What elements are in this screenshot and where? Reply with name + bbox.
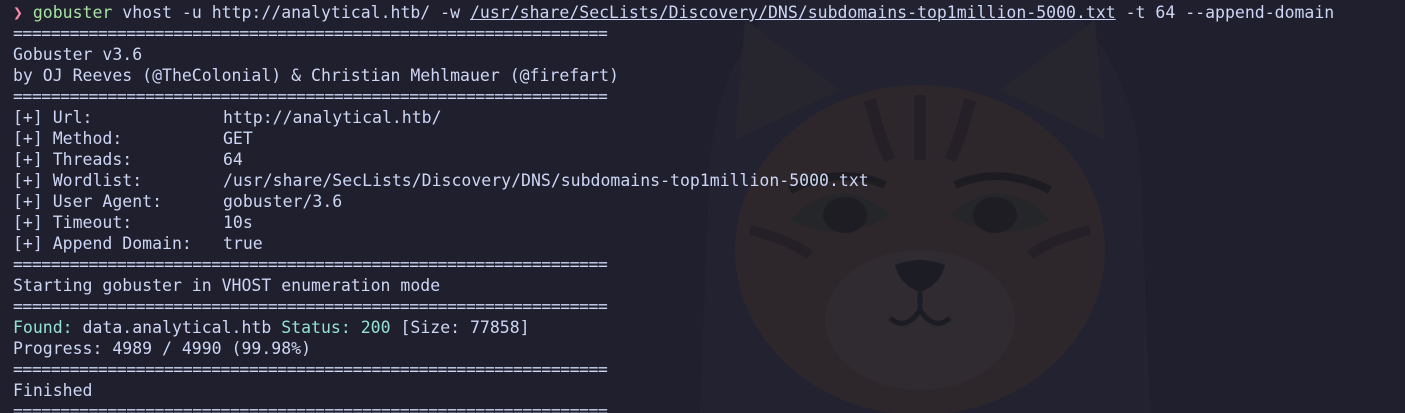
option-value: /usr/share/SecLists/Discovery/DNS/subdom…	[223, 171, 869, 190]
option-key: [+] User Agent:	[13, 192, 163, 211]
option-value: 10s	[223, 213, 253, 232]
option-key: [+] Timeout:	[13, 213, 133, 232]
separator: ========================================…	[13, 24, 608, 43]
command-args: vhost -u http://analytical.htb/ -w	[112, 3, 470, 22]
option-value: 64	[223, 150, 243, 169]
found-result: Found: data.analytical.htb Status: 200 […	[13, 317, 1405, 338]
option-append-domain: [+] Append Domain: true	[13, 233, 1405, 254]
found-host: data.analytical.htb	[72, 318, 282, 337]
separator: ========================================…	[13, 297, 608, 316]
status-label: Status:	[281, 318, 351, 337]
terminal-output[interactable]: ❯ gobuster vhost -u http://analytical.ht…	[13, 2, 1405, 413]
option-value: gobuster/3.6	[223, 192, 343, 211]
option-key: [+] Url:	[13, 108, 93, 127]
option-key: [+] Append Domain:	[13, 234, 192, 253]
option-key: [+] Wordlist:	[13, 171, 143, 190]
option-key: [+] Method:	[13, 129, 123, 148]
command-name: gobuster	[32, 3, 113, 22]
option-value: true	[223, 234, 263, 253]
found-label: Found:	[13, 318, 73, 337]
command-line: ❯ gobuster vhost -u http://analytical.ht…	[13, 2, 1405, 23]
option-timeout: [+] Timeout: 10s	[13, 212, 1405, 233]
separator: ========================================…	[13, 402, 608, 413]
separator: ========================================…	[13, 87, 608, 106]
option-threads: [+] Threads: 64	[13, 149, 1405, 170]
command-args-tail: -t 64 --append-domain	[1115, 3, 1335, 22]
banner-authors: by OJ Reeves (@TheColonial) & Christian …	[13, 66, 619, 85]
option-method: [+] Method: GET	[13, 128, 1405, 149]
option-wordlist: [+] Wordlist: /usr/share/SecLists/Discove…	[13, 170, 1405, 191]
separator: ========================================…	[13, 255, 608, 274]
option-value: http://analytical.htb/	[223, 108, 442, 127]
progress-line: Progress: 4989 / 4990 (99.98%)	[13, 339, 312, 358]
option-url: [+] Url: http://analytical.htb/	[13, 107, 1405, 128]
option-key: [+] Threads:	[13, 150, 133, 169]
starting-message: Starting gobuster in VHOST enumeration m…	[13, 276, 441, 295]
status-code: 200	[350, 318, 391, 337]
option-user-agent: [+] User Agent: gobuster/3.6	[13, 191, 1405, 212]
wordlist-path-arg: /usr/share/SecLists/Discovery/DNS/subdom…	[469, 3, 1116, 22]
finished-message: Finished	[13, 381, 93, 400]
result-size: [Size: 77858]	[390, 318, 530, 337]
banner-version: Gobuster v3.6	[13, 45, 143, 64]
terminal-window[interactable]: ❯ gobuster vhost -u http://analytical.ht…	[0, 0, 1405, 413]
prompt-arrow-icon: ❯	[13, 3, 23, 22]
separator: ========================================…	[13, 360, 608, 379]
option-value: GET	[223, 129, 253, 148]
